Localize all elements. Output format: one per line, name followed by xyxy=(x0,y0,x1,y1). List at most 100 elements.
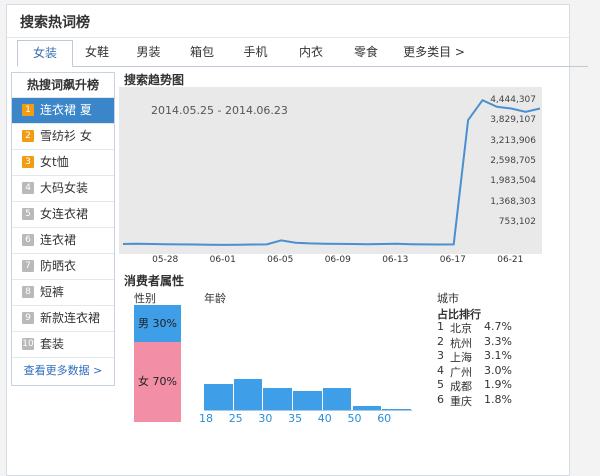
keyword-label: 连衣裙 夏 xyxy=(40,103,92,117)
city-rank: 2 xyxy=(437,334,444,348)
x-tick-label: 06-01 xyxy=(209,255,236,265)
sidebar-item[interactable]: 5 女连衣裙 xyxy=(12,202,114,228)
age-tick-label: 18 xyxy=(199,412,213,425)
rank-badge: 3 xyxy=(22,156,34,168)
tabs-underline xyxy=(17,66,588,67)
keyword-label: 女t恤 xyxy=(40,155,69,169)
age-tick-label: 50 xyxy=(347,412,362,425)
age-bar xyxy=(322,388,352,410)
x-tick-label: 06-17 xyxy=(439,255,466,265)
city-rank: 3 xyxy=(437,349,444,362)
age-bar xyxy=(233,379,263,410)
rank-badge: 8 xyxy=(22,286,34,298)
keyword-label: 防晒衣 xyxy=(40,259,77,273)
consumer-title: 消费者属性 xyxy=(124,274,185,288)
category-tabs: 女装 女鞋 男装 箱包 手机 内衣 零食 更多类目 > xyxy=(17,40,475,67)
sidebar-item[interactable]: 1 连衣裙 夏 xyxy=(12,98,114,124)
sidebar-item[interactable]: 6 连衣裙 xyxy=(12,228,114,254)
y-tick-label: 753,102 xyxy=(498,217,536,228)
city-row: 3 上海 3.1% xyxy=(437,349,557,364)
x-tick-label: 06-05 xyxy=(267,255,294,265)
tab-men[interactable]: 男装 xyxy=(121,40,176,65)
keyword-label: 大码女装 xyxy=(40,181,89,195)
city-pct: 4.7% xyxy=(484,320,512,333)
rank-badge: 10 xyxy=(22,338,34,350)
gender-label: 性别 xyxy=(134,292,156,305)
keyword-label: 连衣裙 xyxy=(40,233,77,247)
sidebar-item[interactable]: 4 大码女装 xyxy=(12,176,114,202)
city-rank: 4 xyxy=(437,363,444,377)
age-axis-line xyxy=(204,410,412,411)
date-range: 2014.05.25 - 2014.06.23 xyxy=(151,104,288,117)
panel-title: 搜索热词榜 xyxy=(20,15,90,31)
x-tick-label: 06-09 xyxy=(324,255,351,265)
city-row: 2 杭州 3.3% xyxy=(437,334,557,350)
rank-badge: 5 xyxy=(22,208,34,220)
rank-badge: 6 xyxy=(22,234,34,246)
city-pct: 3.1% xyxy=(484,349,512,362)
trend-chart: 2014.05.25 - 2014.06.23 4,444,307 3,829,1… xyxy=(119,87,542,254)
age-bar xyxy=(293,391,322,410)
city-pct: 3.3% xyxy=(484,334,512,348)
sidebar-item[interactable]: 2 雪纺衫 女 xyxy=(12,124,114,150)
female-share-bar: 女 70% xyxy=(134,342,181,422)
city-rank: 5 xyxy=(437,378,444,391)
city-name: 重庆 xyxy=(450,394,472,408)
tab-more-categories[interactable]: 更多类目 > xyxy=(393,40,475,65)
city-pct: 1.8% xyxy=(484,392,512,406)
rank-badge: 2 xyxy=(22,130,34,142)
age-tick-label: 25 xyxy=(228,412,243,425)
age-bar xyxy=(263,387,293,410)
age-tick-label: 40 xyxy=(317,412,332,425)
trend-line xyxy=(122,98,541,246)
city-pct: 3.0% xyxy=(484,363,512,377)
rank-badge: 4 xyxy=(22,182,34,194)
tab-women[interactable]: 女装 xyxy=(17,40,73,67)
city-row: 1 北京 4.7% xyxy=(437,320,557,335)
tab-underwear[interactable]: 内衣 xyxy=(283,40,339,65)
keyword-label: 短裤 xyxy=(40,285,65,299)
rank-badge: 7 xyxy=(22,260,34,272)
sidebar-item[interactable]: 9 新款连衣裙 xyxy=(12,306,114,332)
keyword-label: 女连衣裙 xyxy=(40,207,89,221)
sidebar-title: 热搜词飙升榜 xyxy=(12,73,114,98)
title-divider xyxy=(7,37,569,38)
trend-x-axis: 05-28 06-01 06-05 06-09 06-13 06-17 06-21 xyxy=(119,254,542,268)
trend-title: 搜索趋势图 xyxy=(124,73,185,87)
x-tick-label: 06-21 xyxy=(497,255,524,265)
keyword-label: 新款连衣裙 xyxy=(40,311,101,325)
city-rank: 1 xyxy=(437,320,444,333)
city-pct: 1.9% xyxy=(484,378,512,391)
rank-badge: 9 xyxy=(22,312,34,324)
city-row: 4 广州 3.0% xyxy=(437,363,557,379)
view-more-link[interactable]: 查看更多数据 > xyxy=(12,358,114,384)
rank-badge: 1 xyxy=(22,104,34,116)
age-tick-label: 30 xyxy=(258,412,273,425)
sidebar-item[interactable]: 7 防晒衣 xyxy=(12,254,114,280)
sidebar-item[interactable]: 10 套装 xyxy=(12,332,114,358)
tab-phones[interactable]: 手机 xyxy=(228,40,283,65)
y-tick-label: 3,829,107 xyxy=(490,115,536,126)
x-tick-label: 05-28 xyxy=(152,255,179,265)
age-label: 年龄 xyxy=(204,292,226,305)
sidebar-item[interactable]: 3 女t恤 xyxy=(12,150,114,176)
y-tick-label: 4,444,307 xyxy=(490,95,536,106)
age-tick-label: 35 xyxy=(288,412,303,425)
city-rank: 6 xyxy=(437,392,444,406)
city-row: 5 成都 1.9% xyxy=(437,378,557,393)
tab-snacks[interactable]: 零食 xyxy=(339,40,393,65)
x-tick-label: 06-13 xyxy=(382,255,409,265)
tab-womens-shoes[interactable]: 女鞋 xyxy=(73,40,121,65)
age-bar xyxy=(204,383,233,410)
tab-bags[interactable]: 箱包 xyxy=(176,40,228,65)
y-tick-label: 2,598,705 xyxy=(490,156,536,167)
keyword-label: 套装 xyxy=(40,337,65,351)
male-share-bar: 男 30% xyxy=(134,305,181,342)
y-tick-label: 1,368,303 xyxy=(490,196,536,207)
keyword-label: 雪纺衫 女 xyxy=(40,129,92,143)
city-row: 6 重庆 1.8% xyxy=(437,392,557,408)
sidebar-item[interactable]: 8 短裤 xyxy=(12,280,114,306)
age-tick-label: 60 xyxy=(377,412,392,425)
rising-keywords-list: 热搜词飙升榜 1 连衣裙 夏 2 雪纺衫 女 3 女t恤 4 大码女装 5 女连衣裙 6 连衣裙 7 防晒… xyxy=(11,72,115,386)
y-tick-label: 1,983,504 xyxy=(490,176,536,187)
